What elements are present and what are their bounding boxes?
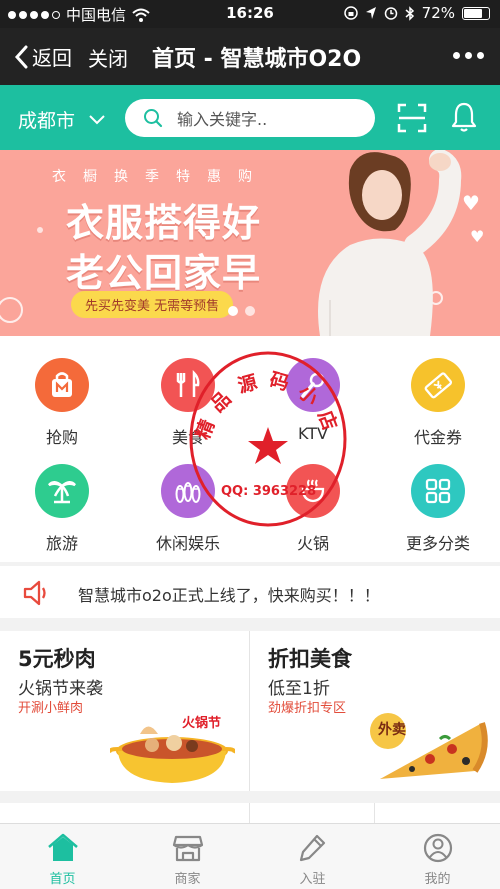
city-label: 成都市: [18, 110, 76, 132]
takeout-badge: 外卖: [378, 722, 406, 738]
svg-text:♥: ♥: [470, 227, 484, 246]
bowling-icon: [161, 464, 215, 518]
back-label: 返回: [32, 46, 72, 70]
pencil-icon: [250, 832, 375, 864]
shopping-bag-icon: [35, 358, 89, 412]
location-icon: [365, 7, 376, 19]
category-label: KTV: [298, 424, 328, 443]
chevron-left-icon: [14, 45, 28, 68]
category-label: 火锅: [296, 534, 329, 553]
speaker-icon: [23, 580, 46, 606]
store-icon: [125, 832, 250, 864]
promo-section: 5元秒肉 火锅节来袭 开涮小鲜肉 火锅节 折扣美食 低至1折 劲爆折扣专区 外卖: [0, 631, 500, 791]
search-input[interactable]: 输入关键字..: [125, 99, 375, 137]
tab-me[interactable]: 我的: [375, 832, 500, 887]
category-voucher[interactable]: 代金券: [378, 358, 498, 448]
category-grid: 抢购 美食 KTV 代金券 旅游 休闲娱乐 火锅 更多分类: [0, 336, 500, 562]
notice-text: 智慧城市o2o正式上线了，快来购买！！！: [78, 586, 380, 605]
search-header: 成都市 输入关键字..: [0, 85, 500, 150]
hotpot-illustration: 火锅节: [110, 715, 235, 783]
notice-bar[interactable]: 智慧城市o2o正式上线了，快来购买！！！: [0, 566, 500, 618]
tab-label: 入驻: [299, 872, 326, 887]
tab-bar: 首页 商家 入驻 我的: [0, 823, 500, 889]
fork-knife-icon: [161, 358, 215, 412]
category-label: 抢购: [45, 428, 78, 447]
next-section-strip: [0, 803, 500, 823]
category-label: 更多分类: [405, 534, 470, 553]
scan-icon[interactable]: [397, 103, 427, 133]
bell-icon[interactable]: [450, 101, 478, 133]
tab-home[interactable]: 首页: [0, 832, 125, 887]
tab-store[interactable]: 商家: [125, 832, 250, 887]
bluetooth-icon: [405, 5, 414, 21]
back-button[interactable]: 返回: [14, 42, 72, 71]
page-title: 首页 - 智慧城市O2O: [152, 47, 362, 72]
svg-text:♥: ♥: [462, 191, 480, 215]
promo-tag: 劲爆折扣专区: [268, 701, 347, 716]
hotpot-icon: [286, 464, 340, 518]
promo-divider: [249, 631, 250, 791]
category-qianggou[interactable]: 抢购: [2, 358, 122, 448]
category-huoguo[interactable]: 火锅: [253, 464, 373, 554]
home-icon: [0, 832, 125, 864]
promo-subtitle: 火锅节来袭: [18, 679, 103, 699]
promo-tag: 开涮小鲜肉: [18, 701, 84, 716]
search-icon: [144, 109, 163, 128]
tab-label: 商家: [174, 872, 201, 887]
category-lvyou[interactable]: 旅游: [2, 464, 122, 554]
tab-join[interactable]: 入驻: [250, 832, 375, 887]
voucher-icon: [411, 358, 465, 412]
rotation-lock-icon: [343, 6, 358, 20]
palm-tree-icon: [35, 464, 89, 518]
model-photo: ♥ ♥: [318, 150, 484, 336]
tab-label: 我的: [424, 872, 451, 887]
tab-label: 首页: [49, 872, 76, 887]
promo-card-meat[interactable]: 5元秒肉 火锅节来袭 开涮小鲜肉 火锅节: [0, 631, 249, 791]
category-label: 美食: [171, 428, 204, 447]
close-button[interactable]: 关闭: [88, 43, 128, 72]
category-more[interactable]: 更多分类: [378, 464, 498, 554]
category-meishi[interactable]: 美食: [128, 358, 248, 448]
microphone-icon: [286, 358, 340, 412]
battery-percent: 72%: [421, 4, 455, 22]
category-ktv[interactable]: KTV: [253, 358, 373, 443]
user-icon: [375, 832, 500, 864]
grid-icon: [411, 464, 465, 518]
promo-card-discount[interactable]: 折扣美食 低至1折 劲爆折扣专区 外卖: [250, 631, 499, 791]
category-label: 休闲娱乐: [155, 534, 220, 553]
status-bar: 中国电信 16:26 72%: [0, 0, 500, 28]
category-label: 代金券: [413, 428, 462, 447]
promo-banner[interactable]: 衣橱换季特惠购 衣服搭得好 老公回家早 先买先变美 无需等预售 ♥ ♥: [0, 150, 500, 336]
category-label: 旅游: [45, 534, 78, 553]
search-placeholder: 输入关键字..: [177, 110, 268, 129]
promo-title: 5元秒肉: [18, 647, 96, 671]
svg-text:火锅节: 火锅节: [182, 715, 221, 731]
battery-icon: [462, 6, 490, 20]
alarm-icon: [384, 7, 397, 20]
chevron-down-icon: [89, 114, 105, 124]
promo-subtitle: 低至1折: [268, 679, 330, 699]
nav-bar: 返回 关闭 首页 - 智慧城市O2O: [0, 28, 500, 85]
city-selector[interactable]: 成都市: [18, 106, 105, 133]
more-menu-icon[interactable]: [453, 52, 484, 59]
category-xiuxian[interactable]: 休闲娱乐: [128, 464, 248, 554]
promo-title: 折扣美食: [268, 647, 352, 671]
